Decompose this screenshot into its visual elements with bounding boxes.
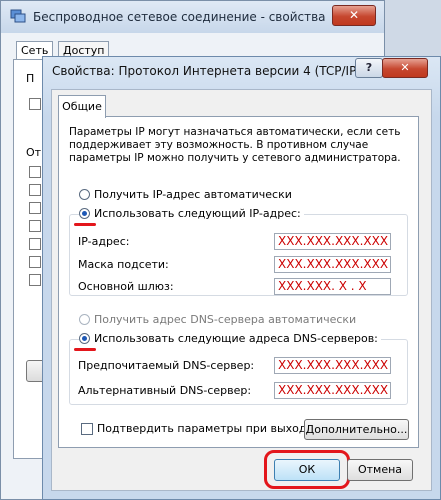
subnet-mask-field[interactable]: XXX.XXX.XXX.XXX bbox=[274, 256, 391, 273]
background-checkbox[interactable] bbox=[29, 184, 41, 196]
validate-settings-label: Подтвердить параметры при выходе bbox=[97, 422, 314, 435]
cancel-button[interactable]: Отмена bbox=[347, 459, 413, 481]
validate-settings-checkbox[interactable] bbox=[81, 423, 93, 435]
ip-manual-radio[interactable] bbox=[79, 208, 90, 219]
dialog-close-button[interactable]: ✕ bbox=[382, 58, 428, 78]
dns-manual-radio-row[interactable]: Использовать следующие адреса DNS-сервер… bbox=[79, 332, 381, 346]
ip-address-label: IP-адрес: bbox=[78, 235, 130, 248]
ip-auto-radio-row[interactable]: Получить IP-адрес автоматически bbox=[79, 188, 292, 202]
alternate-dns-label: Альтернативный DNS-сервер: bbox=[78, 384, 252, 397]
preferred-dns-label: Предпочитаемый DNS-сервер: bbox=[78, 359, 255, 372]
dns-auto-radio[interactable] bbox=[79, 314, 90, 325]
background-titlebar: Беспроводное сетевое соединение - свойст… bbox=[1, 1, 384, 33]
background-checkbox[interactable] bbox=[29, 220, 41, 232]
background-stub-text: От bbox=[26, 146, 42, 159]
ipv4-properties-dialog: Свойства: Протокол Интернета версии 4 (T… bbox=[42, 56, 441, 500]
background-checkbox[interactable] bbox=[29, 238, 41, 250]
annotation-underline bbox=[74, 348, 96, 351]
background-stub-text: П bbox=[26, 72, 35, 85]
dns-manual-label: Использовать следующие адреса DNS-сервер… bbox=[94, 332, 378, 345]
ip-auto-radio[interactable] bbox=[79, 189, 90, 200]
background-checkbox[interactable] bbox=[29, 98, 41, 110]
background-checkbox[interactable] bbox=[29, 256, 41, 268]
dialog-title: Свойства: Протокол Интернета версии 4 (T… bbox=[52, 64, 376, 78]
subnet-mask-label: Маска подсети: bbox=[78, 258, 169, 271]
alternate-dns-field[interactable]: XXX.XXX.XXX.XXX bbox=[274, 382, 391, 399]
dns-auto-label: Получить адрес DNS-сервера автоматически bbox=[94, 313, 357, 326]
ip-manual-radio-row[interactable]: Использовать следующий IP-адрес: bbox=[79, 207, 304, 221]
advanced-button[interactable]: Дополнительно... bbox=[304, 419, 409, 440]
background-checkbox[interactable] bbox=[29, 274, 41, 286]
dns-auto-radio-row[interactable]: Получить адрес DNS-сервера автоматически bbox=[79, 313, 356, 327]
default-gateway-label: Основной шлюз: bbox=[78, 280, 174, 293]
dialog-body: Общие Параметры IP могут назначаться авт… bbox=[51, 89, 432, 491]
ok-button[interactable]: ОК bbox=[274, 459, 340, 481]
dialog-titlebar: Свойства: Протокол Интернета версии 4 (T… bbox=[43, 57, 440, 87]
background-window-title: Беспроводное сетевое соединение - свойст… bbox=[33, 10, 326, 24]
background-close-button[interactable]: ✕ bbox=[332, 5, 376, 26]
ip-auto-label: Получить IP-адрес автоматически bbox=[94, 188, 292, 201]
network-icon bbox=[10, 9, 26, 23]
help-button[interactable]: ? bbox=[355, 58, 383, 78]
ip-fields-group: IP-адрес: XXX.XXX.XXX.XXX Маска подсети:… bbox=[69, 214, 408, 296]
background-checkbox[interactable] bbox=[29, 202, 41, 214]
preferred-dns-field[interactable]: XXX.XXX.XXX.XXX bbox=[274, 357, 391, 374]
background-checkbox[interactable] bbox=[29, 166, 41, 178]
dns-fields-group: Предпочитаемый DNS-сервер: XXX.XXX.XXX.X… bbox=[69, 339, 408, 405]
general-panel: Параметры IP могут назначаться автоматич… bbox=[58, 116, 419, 448]
description-text: Параметры IP могут назначаться автоматич… bbox=[69, 126, 401, 164]
ip-address-field[interactable]: XXX.XXX.XXX.XXX bbox=[274, 233, 391, 250]
annotation-underline bbox=[74, 223, 96, 226]
tab-general[interactable]: Общие bbox=[58, 95, 106, 118]
dns-manual-radio[interactable] bbox=[79, 333, 90, 344]
ip-manual-label: Использовать следующий IP-адрес: bbox=[94, 207, 301, 220]
default-gateway-field[interactable]: XXX.XXX. X . X bbox=[274, 278, 391, 295]
